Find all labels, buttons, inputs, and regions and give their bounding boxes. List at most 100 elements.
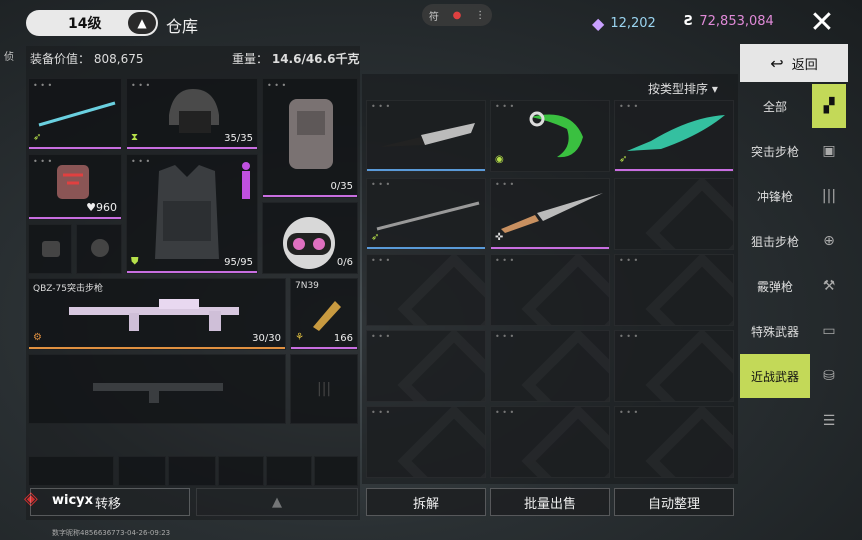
status-pill[interactable]: 符 ● ⋮ bbox=[422, 4, 492, 26]
item-green-blade[interactable]: • • • ➶ bbox=[614, 100, 734, 172]
empty-cell[interactable]: • • • bbox=[614, 330, 734, 402]
scroll-icon[interactable]: ☰ bbox=[812, 399, 846, 443]
inventory-slot[interactable] bbox=[168, 456, 216, 486]
category-all[interactable]: 全部 bbox=[740, 84, 810, 128]
backpack-slot[interactable]: • • • 0/35 bbox=[262, 78, 358, 198]
page-title: 仓库 bbox=[166, 17, 199, 36]
item-spear[interactable]: • • • ➶ bbox=[366, 178, 486, 250]
pistol-icon[interactable]: ▞ bbox=[812, 84, 846, 128]
category-sniper[interactable]: 狙击步枪 bbox=[740, 219, 810, 263]
rarity-icon: ➶ bbox=[619, 154, 628, 165]
category-special[interactable]: 特殊武器 bbox=[740, 309, 810, 353]
rifle-placeholder-icon bbox=[93, 383, 223, 403]
figure-icon bbox=[242, 162, 250, 199]
empty-cell[interactable]: • • • bbox=[614, 406, 734, 478]
empty-cell[interactable]: • • • bbox=[490, 406, 610, 478]
up-arrow-icon: ▲ bbox=[272, 494, 282, 510]
secondary-ammo-slot[interactable]: ||| bbox=[290, 354, 358, 424]
empty-cell[interactable]: • • • bbox=[490, 254, 610, 326]
record-dot-icon: ● bbox=[452, 9, 462, 21]
empty-slot[interactable] bbox=[76, 224, 122, 274]
spear-icon bbox=[38, 101, 116, 127]
backpack-icon bbox=[289, 99, 333, 169]
dagger-icon bbox=[501, 193, 603, 233]
category-shotgun[interactable]: 霰弹枪 bbox=[740, 264, 810, 308]
knife-icon bbox=[379, 123, 475, 147]
empty-cell[interactable]: • • • bbox=[366, 406, 486, 478]
ammo-icon[interactable]: ||| bbox=[812, 174, 846, 218]
level-up-button[interactable]: ▲ bbox=[128, 12, 156, 34]
ammo-slot[interactable]: 7N39 ⚘ 166 bbox=[290, 278, 358, 350]
empty-cell[interactable]: • • • bbox=[366, 330, 486, 402]
back-button[interactable]: ↩ 返回 bbox=[740, 44, 848, 82]
karambit-icon bbox=[529, 111, 583, 158]
status-text: 符 bbox=[428, 11, 439, 23]
helmet-slot[interactable]: • • • ⧗ 35/35 bbox=[126, 78, 258, 150]
transfer-button[interactable]: 转移 bbox=[30, 488, 190, 516]
backpack-count: 0/35 bbox=[330, 181, 353, 192]
gem-amount: 12,202 bbox=[610, 16, 656, 31]
equip-value-number: 808,675 bbox=[93, 52, 144, 66]
vest-icon[interactable]: ▣ bbox=[812, 129, 846, 173]
tool-icon[interactable]: ⚒ bbox=[812, 264, 846, 308]
empty-cell[interactable]: • • • bbox=[490, 330, 610, 402]
robot-pet-icon bbox=[283, 217, 335, 269]
back-label: 返回 bbox=[791, 57, 818, 73]
attachment-icon: ⚙ bbox=[33, 332, 42, 343]
medkit-icon[interactable]: ⊕ bbox=[812, 219, 846, 263]
dismantle-button[interactable]: 拆解 bbox=[366, 488, 486, 516]
sort-dropdown[interactable]: 按类型排序 ▾ bbox=[648, 80, 718, 97]
category-smg[interactable]: 冲锋枪 bbox=[740, 174, 810, 218]
more-icon[interactable]: ⋮ bbox=[475, 10, 485, 21]
ammo-placeholder-icon: ||| bbox=[317, 381, 332, 397]
disabled-button[interactable]: ▲ bbox=[196, 488, 358, 516]
secondary-weapon-slot[interactable] bbox=[28, 354, 286, 424]
empty-slot[interactable] bbox=[28, 224, 72, 274]
ammo-name: 7N39 bbox=[295, 281, 319, 291]
case-icon[interactable]: ▭ bbox=[812, 309, 846, 353]
rifle-icon bbox=[69, 299, 239, 331]
empty-cell[interactable]: • • • bbox=[366, 254, 486, 326]
armor-slot[interactable]: • • • ⛊ 95/95 bbox=[126, 154, 258, 274]
coin-amount: 72,853,084 bbox=[699, 14, 774, 29]
inventory-slot[interactable] bbox=[218, 456, 264, 486]
sort-label: 按类型排序 bbox=[648, 82, 709, 96]
close-icon[interactable]: ✕ bbox=[808, 8, 836, 38]
helmet-placeholder-icon bbox=[91, 239, 109, 257]
footer-watermark: 数字昵称4856636773-04-26-09:23 bbox=[52, 529, 171, 537]
vest-icon bbox=[155, 165, 219, 259]
rarity-icon: ⧗ bbox=[131, 132, 139, 143]
inventory-slot[interactable] bbox=[266, 456, 312, 486]
pouch-slot[interactable]: • • • ♥960 bbox=[28, 154, 122, 220]
auto-sort-button[interactable]: 自动整理 bbox=[614, 488, 734, 516]
armor-placeholder-icon bbox=[42, 241, 60, 257]
side-tab[interactable]: 侦 bbox=[4, 48, 14, 63]
rarity-icon: ✜ bbox=[495, 232, 504, 243]
pouch-count: ♥960 bbox=[86, 201, 117, 214]
rarity-icon: ◉ bbox=[495, 154, 504, 165]
item-dagger[interactable]: • • • ✜ bbox=[490, 178, 610, 250]
pet-slot[interactable]: 0/6 bbox=[262, 202, 358, 274]
pouch-icon bbox=[57, 165, 89, 199]
category-melee[interactable]: 近战武器 bbox=[740, 354, 810, 398]
ammo-count: 166 bbox=[333, 333, 353, 344]
loot-icon[interactable]: ⛁ bbox=[812, 354, 846, 398]
rarity-icon: ➶ bbox=[33, 132, 42, 143]
armor-count: 95/95 bbox=[224, 257, 253, 268]
rarity-icon: ⚘ bbox=[295, 332, 304, 343]
weight: 重量： 14.6/46.6千克 bbox=[232, 50, 359, 67]
empty-cell[interactable] bbox=[614, 178, 734, 250]
coin-icon: Ƨ bbox=[684, 14, 694, 29]
helmet-count: 35/35 bbox=[224, 133, 253, 144]
empty-cell[interactable]: • • • bbox=[614, 254, 734, 326]
spear-icon bbox=[376, 201, 480, 231]
item-combat-knife[interactable]: • • • bbox=[366, 100, 486, 172]
bulk-sell-button[interactable]: 批量出售 bbox=[490, 488, 610, 516]
inventory-slot[interactable] bbox=[314, 456, 358, 486]
category-assault-rifle[interactable]: 突击步枪 bbox=[740, 129, 810, 173]
primary-weapon-slot[interactable]: QBZ-75突击步枪 ⚙ 30/30 bbox=[28, 278, 286, 350]
inventory-slot[interactable] bbox=[28, 456, 114, 486]
inventory-slot[interactable] bbox=[118, 456, 166, 486]
item-karambit[interactable]: • • • ◉ bbox=[490, 100, 610, 172]
melee-slot[interactable]: • • • ➶ bbox=[28, 78, 122, 150]
